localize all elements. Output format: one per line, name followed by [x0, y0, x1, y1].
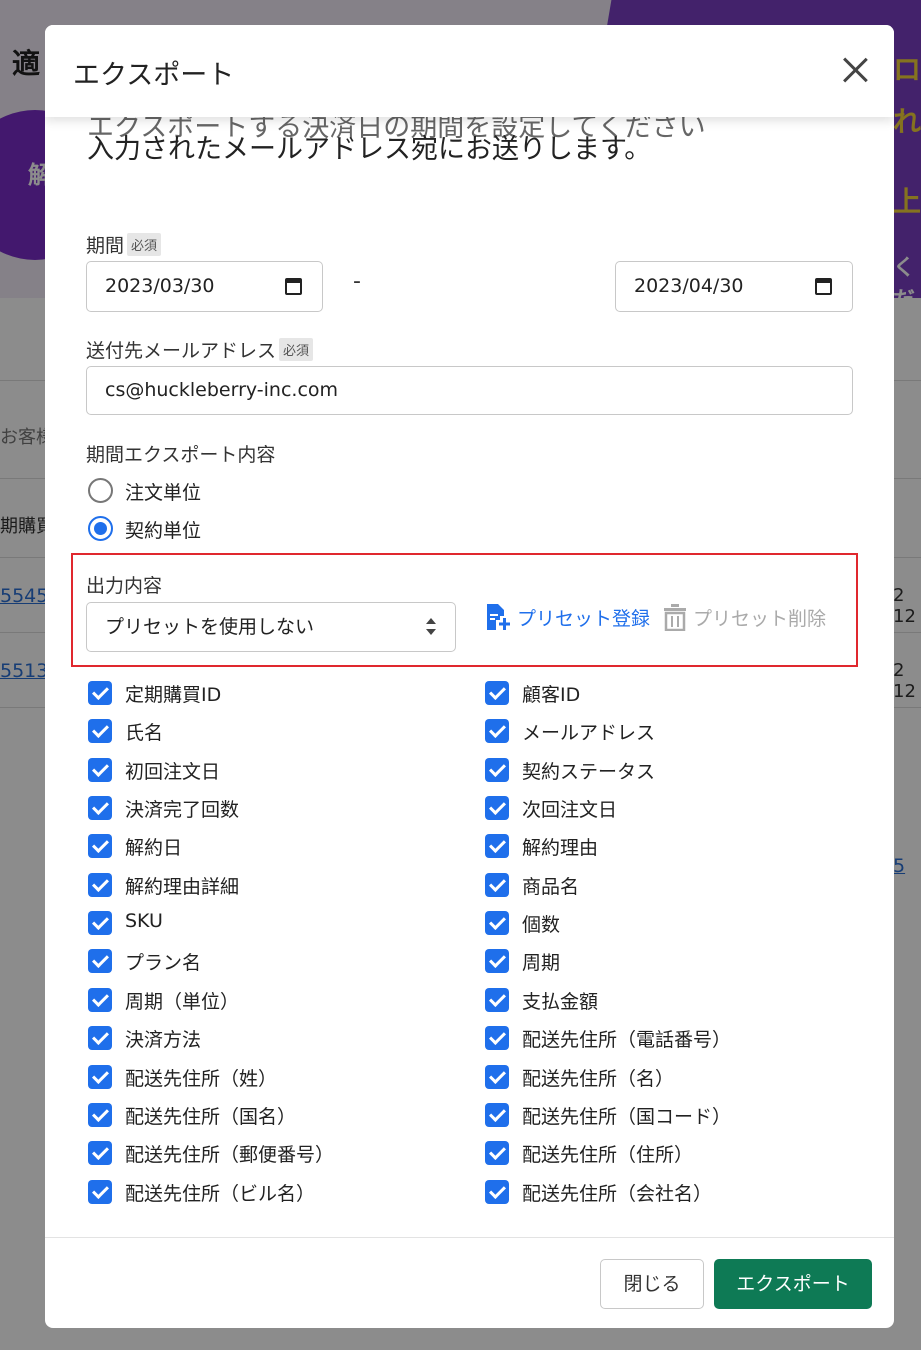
field-checkbox[interactable] — [485, 911, 509, 936]
field-checkbox-label: 解約理由 — [522, 837, 599, 860]
modal-header: エクスポート — [45, 25, 894, 117]
field-checkbox-label: 配送先住所（郵便番号） — [125, 1144, 335, 1167]
close-icon[interactable] — [840, 55, 870, 85]
field-checkbox[interactable] — [485, 834, 509, 859]
select-arrows-icon — [425, 618, 437, 638]
export-modal: エクスポート エクスポートする決済日の期間を設定してください 入力されたメールア… — [45, 25, 894, 1328]
end-date-input[interactable]: 2023/04/30 — [615, 261, 853, 312]
field-checkbox-label: 決済方法 — [125, 1029, 202, 1052]
field-checkbox-label: 次回注文日 — [522, 799, 618, 822]
field-checkbox-label: 配送先住所（電話番号） — [522, 1029, 732, 1052]
trash-icon — [664, 604, 686, 631]
required-badge: 必須 — [127, 233, 162, 256]
field-checkbox[interactable] — [88, 681, 112, 705]
field-checkbox-label: 配送先住所（ビル名） — [125, 1182, 316, 1205]
field-checkbox[interactable] — [485, 719, 509, 744]
radio-order-unit[interactable] — [88, 478, 113, 503]
field-checkbox-label: 配送先住所（国コード） — [522, 1105, 732, 1128]
field-checkbox[interactable] — [485, 681, 509, 705]
export-button[interactable]: エクスポート — [714, 1259, 872, 1309]
field-checkbox-label: メールアドレス — [522, 722, 656, 745]
period-label: 期間 必須 — [86, 231, 162, 258]
field-checkbox-label: 配送先住所（姓） — [125, 1067, 278, 1090]
field-checkbox-label: 配送先住所（名） — [522, 1067, 675, 1090]
field-checkbox[interactable] — [88, 911, 112, 936]
field-checkbox-label: 配送先住所（住所） — [522, 1144, 694, 1167]
close-button[interactable]: 閉じる — [600, 1259, 704, 1309]
field-checkbox-label: プラン名 — [125, 952, 202, 975]
field-checkbox[interactable] — [88, 1064, 112, 1089]
export-content-label: 期間エクスポート内容 — [86, 444, 276, 466]
field-checkbox[interactable] — [485, 796, 509, 821]
field-checkbox[interactable] — [485, 987, 509, 1012]
footer-divider — [45, 1237, 894, 1238]
field-checkbox[interactable] — [485, 1064, 509, 1089]
field-checkbox[interactable] — [485, 1179, 509, 1204]
field-checkbox[interactable] — [88, 987, 112, 1012]
email-field[interactable]: cs@huckleberry-inc.com — [86, 366, 853, 415]
intro-text: 入力されたメールアドレス宛にお送りします。 — [87, 134, 652, 165]
calendar-icon[interactable] — [815, 278, 832, 295]
preset-register-link[interactable]: プリセット登録 — [485, 603, 650, 631]
field-checkbox-label: 氏名 — [125, 722, 164, 745]
field-checkbox[interactable] — [88, 1141, 112, 1166]
field-checkbox[interactable] — [88, 1179, 112, 1204]
preset-delete-link[interactable]: プリセット削除 — [663, 603, 826, 631]
field-checkbox-label: 解約理由詳細 — [125, 875, 240, 898]
output-content-label: 出力内容 — [86, 575, 163, 597]
field-checkbox-label: 配送先住所（国名） — [125, 1105, 297, 1128]
field-checkbox[interactable] — [88, 949, 112, 974]
field-checkbox[interactable] — [485, 949, 509, 974]
preset-select[interactable]: プリセットを使用しない — [86, 602, 456, 652]
field-checkbox[interactable] — [88, 872, 112, 897]
field-checkbox[interactable] — [88, 796, 112, 821]
radio-contract-unit[interactable] — [88, 516, 113, 541]
field-checkbox-label: 周期（単位） — [125, 990, 240, 1013]
field-checkbox-label: 周期 — [522, 952, 561, 975]
field-checkbox[interactable] — [88, 1102, 112, 1127]
radio-label: 注文単位 — [125, 482, 202, 504]
required-badge: 必須 — [279, 338, 314, 361]
field-checkbox-label: 初回注文日 — [125, 760, 221, 783]
date-separator: - — [353, 269, 361, 294]
modal-title: エクスポート — [73, 60, 235, 91]
field-checkbox-label: 契約ステータス — [522, 760, 656, 783]
field-checkbox[interactable] — [88, 1026, 112, 1051]
field-checkbox[interactable] — [485, 1141, 509, 1166]
radio-label: 契約単位 — [125, 520, 202, 542]
field-checkbox-label: 個数 — [522, 914, 561, 937]
calendar-icon[interactable] — [285, 278, 302, 295]
field-checkbox[interactable] — [485, 1026, 509, 1051]
field-checkbox-label: 決済完了回数 — [125, 799, 240, 822]
field-checkbox-label: 商品名 — [522, 875, 580, 898]
document-add-icon — [487, 604, 510, 630]
field-checkbox[interactable] — [485, 1102, 509, 1127]
field-checkbox[interactable] — [485, 872, 509, 897]
field-checkbox[interactable] — [88, 757, 112, 782]
field-checkbox-label: 顧客ID — [522, 684, 581, 706]
field-checkbox[interactable] — [88, 719, 112, 744]
field-checkbox-label: 支払金額 — [522, 990, 599, 1013]
field-checkbox-label: 配送先住所（会社名） — [522, 1182, 713, 1205]
field-checkbox[interactable] — [485, 757, 509, 782]
start-date-input[interactable]: 2023/03/30 — [86, 261, 323, 312]
email-label: 送付先メールアドレス 必須 — [86, 336, 314, 363]
field-checkbox[interactable] — [88, 834, 112, 859]
field-checkbox-label: 解約日 — [125, 837, 183, 860]
field-checkbox-label: SKU — [125, 910, 163, 933]
field-checkbox-label: 定期購買ID — [125, 684, 222, 706]
